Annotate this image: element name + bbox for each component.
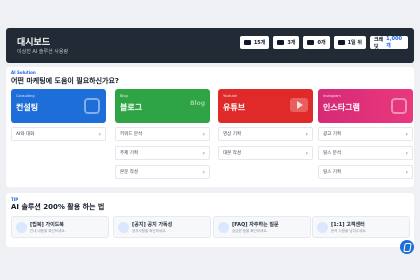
stat-value: 0개 [317,40,326,46]
tip-guidebook[interactable]: [팁북] 가이드북 안내 내용을 확인하세요. [11,216,109,238]
menu-row-keyword-analysis[interactable]: 키워드 분석 › [115,127,210,141]
tile-title: 컨설팅 [16,103,39,112]
headset-icon [317,222,328,233]
tile-consulting[interactable]: Consulting 컨설팅 [11,89,106,123]
section-heading: AI 솔루션 200% 활용 하는 법 [11,203,105,211]
chevron-right-icon: › [202,130,205,138]
consulting-icon [84,98,100,114]
menu-row-ad-planning[interactable]: 광고 기획 › [318,127,413,141]
tile-blog[interactable]: Blog 블로그 Blog [115,89,210,123]
stat-value: 3개 [287,40,296,46]
tip-faq[interactable]: [FAQ] 자주하는 질문 궁금한 점을 확인하세요. [213,216,311,238]
tip-title: [공지] 공지 가독성 [132,222,173,228]
dashboard-header: 대시보드 이상진 AI 솔루션 사용량 15개 3개 0개 1일 뒤 크레딧 1… [6,28,414,63]
credit-label: 크레딧 [374,36,384,50]
row-label: 주제 기획 [120,151,138,156]
chat-launcher-button[interactable] [400,240,414,254]
row-label: 키워드 분석 [120,132,143,137]
video-icon [307,40,315,45]
chevron-right-icon: › [405,168,408,176]
tip-title: [1:1] 고객센터 [331,222,365,228]
row-label: 영상 기획 [223,132,241,137]
menu-row-body-writing[interactable]: 본문 작성 › [115,165,210,179]
chart-icon [277,40,285,45]
tips-section: TIP AI 솔루션 200% 활용 하는 법 [팁북] 가이드북 안내 내용을… [6,193,414,247]
tip-subtitle: 궁금한 점을 확인하세요. [232,229,268,233]
stat-images: 1일 뒤 [333,36,366,49]
chevron-right-icon: › [98,130,101,138]
row-label: 대본 작성 [223,151,241,156]
tile-en-label: Blog [120,94,128,98]
tip-notice[interactable]: [공지] 공지 가독성 공지사항을 확인하세요. [113,216,211,238]
tile-youtube[interactable]: Youtube 유튜브 [218,89,313,123]
page-subtitle: 이상진 AI 솔루션 사용량 [17,49,69,55]
tile-title: 유튜브 [223,103,246,112]
menu-row-topic-planning[interactable]: 주제 기획 › [115,146,210,160]
tip-support[interactable]: [1:1] 고객센터 문의 사항을 남겨주세요. [312,216,410,238]
book-icon [16,222,27,233]
chevron-right-icon: › [405,149,408,157]
row-label: 광고 기획 [323,132,341,137]
tip-title: [FAQ] 자주하는 질문 [232,222,279,228]
tile-en-label: Youtube [223,94,237,98]
menu-row-reels-planning[interactable]: 릴스 기획 › [318,165,413,179]
stat-credits[interactable]: 크레딧 1,000개 [370,36,408,50]
credit-value: 1,000개 [386,36,402,49]
tip-subtitle: 안내 내용을 확인하세요. [30,229,66,233]
tile-instagram[interactable]: Instagram 인스타그램 [318,89,413,123]
tile-title: 인스타그램 [323,103,360,112]
blog-icon: Blog [189,100,205,107]
tip-subtitle: 공지사항을 확인하세요. [132,229,167,233]
chevron-right-icon: › [202,149,205,157]
menu-row-ai-chat[interactable]: AI와 대화 › [11,127,106,141]
stat-charts: 3개 [273,36,300,49]
menu-row-video-planning[interactable]: 영상 기획 › [218,127,313,141]
instagram-icon [391,98,407,114]
tip-title: [팁북] 가이드북 [30,222,64,228]
chevron-right-icon: › [305,130,308,138]
play-icon [290,98,308,112]
row-label: 본문 작성 [120,170,138,175]
chevron-right-icon: › [405,130,408,138]
stat-documents: 15개 [239,36,270,49]
row-label: 릴스 기획 [323,170,341,175]
ai-solution-section: AI Solution 어떤 마케팅에 도움이 필요하신가요? Consulti… [6,67,414,187]
tip-subtitle: 문의 사항을 남겨주세요. [331,229,367,233]
stat-value: 1일 뒤 [347,40,362,46]
menu-row-reels-analysis[interactable]: 릴스 분석 › [318,146,413,160]
megaphone-icon [118,222,129,233]
page-title: 대시보드 [17,38,51,48]
stat-videos: 0개 [303,36,330,49]
chevron-right-icon: › [305,149,308,157]
chevron-right-icon: › [202,168,205,176]
question-icon [218,222,229,233]
row-label: AI와 대화 [16,132,35,137]
tile-en-label: Consulting [16,94,35,98]
document-icon [243,40,251,45]
row-label: 릴스 분석 [323,151,341,156]
tile-title: 블로그 [120,103,143,112]
tile-en-label: Instagram [323,94,341,98]
stat-value: 15개 [253,40,266,46]
menu-row-script-writing[interactable]: 대본 작성 › [218,146,313,160]
section-eyebrow: AI Solution [11,70,36,75]
section-heading: 어떤 마케팅에 도움이 필요하신가요? [11,77,119,85]
usage-stats: 15개 3개 0개 1일 뒤 크레딧 1,000개 [239,36,408,50]
image-icon [337,40,345,45]
